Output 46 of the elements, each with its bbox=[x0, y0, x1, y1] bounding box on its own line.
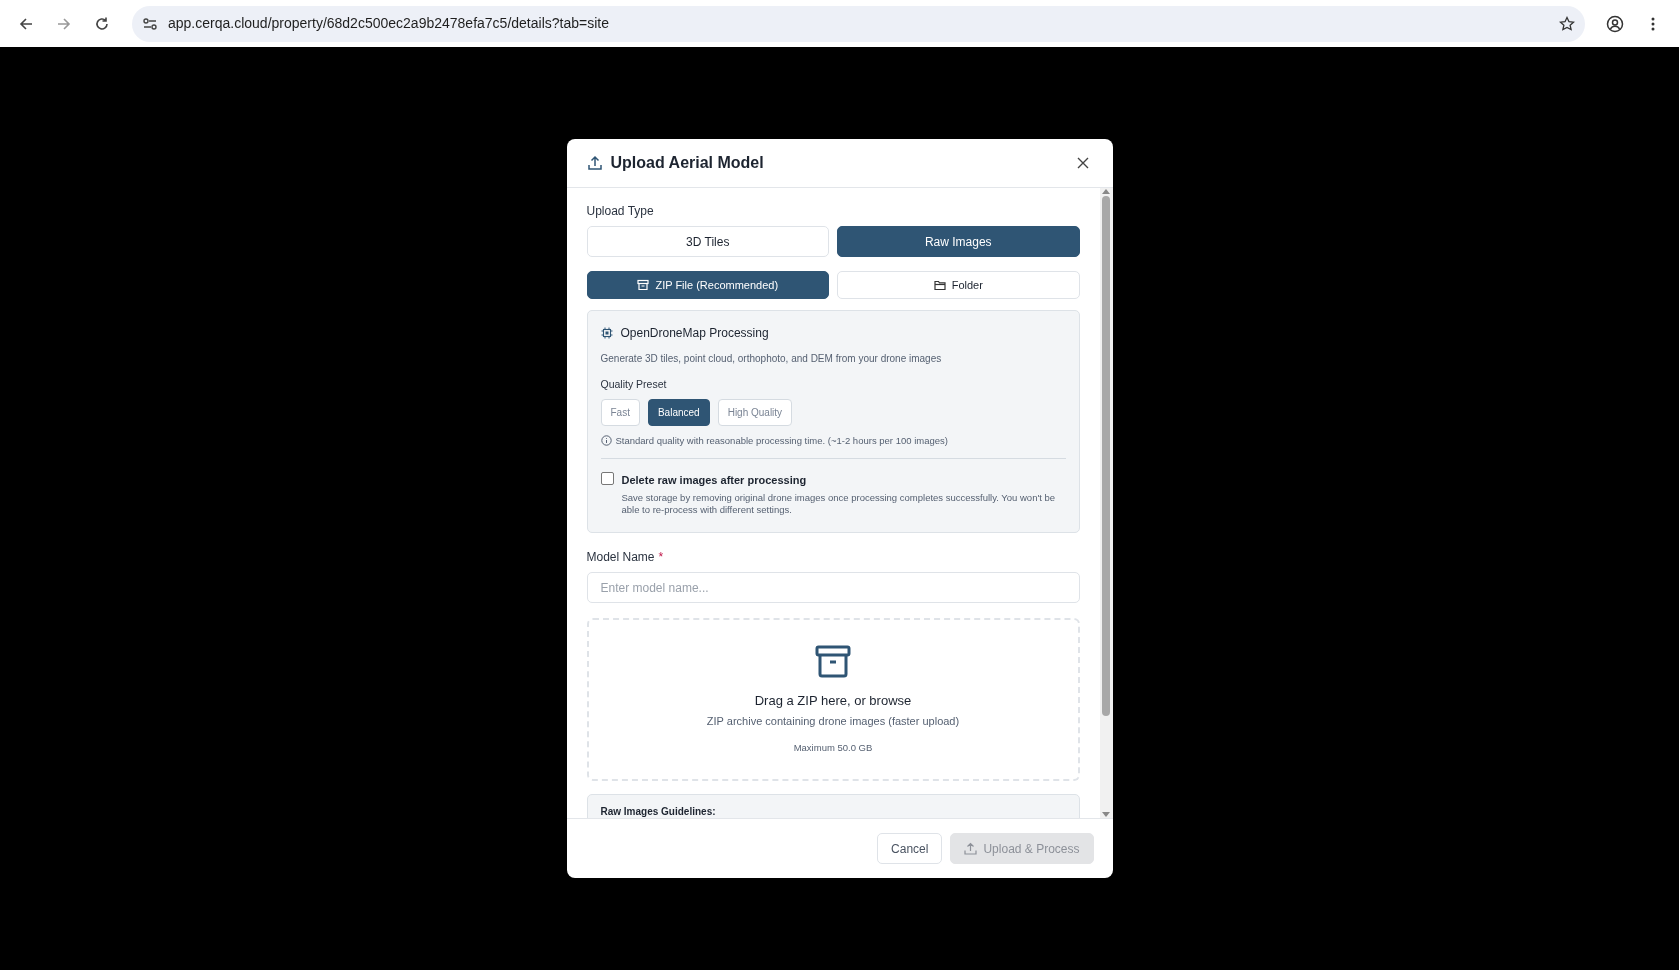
cancel-button[interactable]: Cancel bbox=[877, 833, 943, 864]
quality-preset-button[interactable]: Fast bbox=[600, 398, 640, 426]
scroll-up-icon[interactable] bbox=[1102, 188, 1110, 194]
checkbox[interactable] bbox=[600, 472, 614, 485]
url-text: app.cerqa.cloud/property/68d2c500ec2a9b2478efa7c5/details?tab=site bbox=[168, 14, 610, 33]
dialog-title: Upload Aerial Model bbox=[610, 153, 764, 173]
quality-label: Quality Preset bbox=[600, 377, 668, 392]
upload-icon bbox=[586, 155, 603, 171]
archive-icon bbox=[637, 279, 650, 291]
back-icon bbox=[18, 15, 34, 32]
model-name-field[interactable]: Enter model name... bbox=[586, 572, 1080, 604]
upload-type-tab[interactable]: Raw Images bbox=[837, 226, 1080, 257]
drop-zone-subtitle: ZIP archive containing drone images (faster upload) bbox=[706, 714, 960, 730]
folder-icon bbox=[933, 279, 946, 291]
upload-type-tab[interactable]: 3D Tiles bbox=[586, 226, 829, 257]
quality-preset-button[interactable]: High Quality bbox=[717, 398, 793, 426]
checkbox-label[interactable]: Delete raw images after processing bbox=[621, 472, 1066, 489]
required-mark: * bbox=[658, 549, 664, 567]
checkbox-description: Save storage by removing original drone images once processing completes successfully. You won't be able to re-process with different settings. bbox=[621, 491, 1057, 517]
source-tab[interactable]: Folder bbox=[837, 271, 1080, 299]
size-limit-text: Maximum 50.0 GB bbox=[793, 740, 873, 755]
address-bar[interactable]: app.cerqa.cloud/property/68d2c500ec2a9b2478efa7c5/details?tab=site bbox=[132, 5, 1585, 42]
source-tab[interactable]: ZIP File (Recommended) bbox=[586, 271, 829, 299]
drop-zone[interactable]: Drag a ZIP here, or browse ZIP archive containing drone images (faster upload) Maximum 50.0 GB bbox=[586, 618, 1080, 782]
forward-icon bbox=[56, 15, 72, 32]
profile-icon bbox=[1606, 14, 1624, 33]
scrollbar-thumb[interactable] bbox=[1102, 196, 1110, 716]
panel-description: Generate 3D tiles, point cloud, orthophoto, and DEM from your drone images bbox=[600, 352, 943, 366]
reload-icon bbox=[94, 15, 110, 32]
menu-icon bbox=[1651, 16, 1655, 31]
site-settings-icon bbox=[142, 15, 158, 32]
upload-icon bbox=[964, 842, 978, 855]
scrollbar[interactable] bbox=[1099, 188, 1113, 818]
panel-title: OpenDroneMap Processing bbox=[620, 325, 769, 342]
info-icon bbox=[600, 435, 612, 447]
chip-icon bbox=[600, 327, 613, 339]
drop-zone-title: Drag a ZIP here, or browse bbox=[754, 691, 912, 710]
archive-icon bbox=[815, 644, 851, 678]
close-icon bbox=[1076, 157, 1089, 169]
field-label: Model Name bbox=[586, 549, 655, 567]
scroll-down-icon[interactable] bbox=[1102, 812, 1110, 818]
guidelines-title: Raw Images Guidelines: bbox=[600, 805, 717, 818]
bookmark-star-icon[interactable] bbox=[1559, 15, 1575, 32]
section-label: Upload Type bbox=[586, 203, 655, 220]
quality-preset-button[interactable]: Balanced bbox=[647, 398, 710, 426]
hint-text: Standard quality with reasonable processing time. (~1-2 hours per 100 images) bbox=[615, 433, 948, 448]
